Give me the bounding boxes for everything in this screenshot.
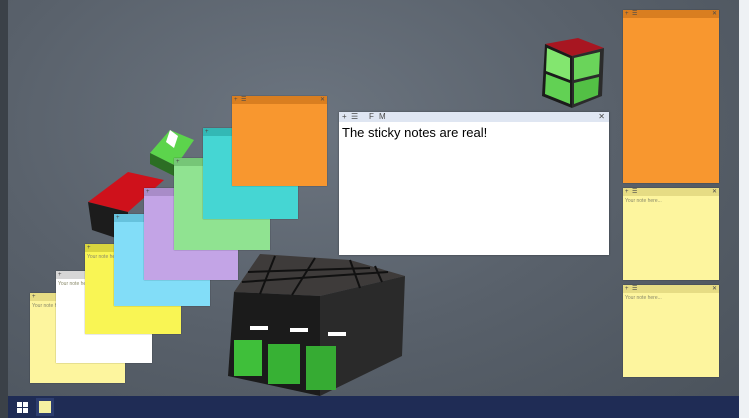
add-note-icon[interactable]: +: [234, 96, 238, 104]
main-sticky-note[interactable]: + ☰ F M ✕ The sticky notes are real!: [339, 112, 609, 255]
add-note-icon[interactable]: +: [58, 271, 62, 279]
main-note-text[interactable]: The sticky notes are real!: [339, 122, 609, 143]
sticky-note-orange-large[interactable]: + ☰ ✕: [623, 10, 719, 183]
font-icon[interactable]: F: [369, 112, 374, 122]
note-placeholder[interactable]: Your note here...: [623, 293, 719, 303]
windows-logo-icon[interactable]: [14, 398, 32, 416]
notes-list-icon[interactable]: ☰: [351, 112, 358, 122]
sticky-note-right-yellow-1[interactable]: + ☰ ✕ Your note here...: [623, 188, 719, 280]
add-note-icon[interactable]: +: [625, 188, 629, 196]
more-icon[interactable]: M: [379, 112, 386, 122]
close-icon[interactable]: ✕: [712, 188, 717, 196]
note-placeholder[interactable]: Your note here...: [623, 196, 719, 206]
add-note-icon[interactable]: +: [205, 128, 209, 136]
close-icon[interactable]: ✕: [598, 112, 605, 122]
sticky-note-right-yellow-2[interactable]: + ☰ ✕ Your note here...: [623, 285, 719, 377]
taskbar: [8, 396, 739, 418]
right-bezel: [739, 0, 749, 418]
desktop: + ✕ Your note here... + Your note here..…: [8, 0, 739, 418]
add-note-icon[interactable]: +: [176, 158, 180, 166]
add-note-icon[interactable]: +: [342, 112, 347, 122]
add-note-icon[interactable]: +: [625, 10, 629, 18]
add-note-icon[interactable]: +: [116, 214, 120, 222]
add-note-icon[interactable]: +: [146, 188, 150, 196]
close-icon[interactable]: ✕: [712, 10, 717, 18]
notes-list-icon[interactable]: ☰: [632, 10, 637, 18]
notes-list-icon[interactable]: ☰: [632, 188, 637, 196]
left-bezel: [0, 0, 8, 418]
add-note-icon[interactable]: +: [625, 285, 629, 293]
add-note-icon[interactable]: +: [32, 293, 36, 301]
notes-list-icon[interactable]: ☰: [241, 96, 246, 104]
big-cube-image: [228, 254, 405, 396]
sticky-note-orange-small[interactable]: + ☰ ✕: [232, 96, 327, 186]
sticky-notes-icon[interactable]: [36, 398, 54, 416]
close-icon[interactable]: ✕: [712, 285, 717, 293]
main-note-toolbar: + ☰ F M ✕: [339, 112, 609, 122]
add-note-icon[interactable]: +: [87, 244, 91, 252]
notes-list-icon[interactable]: ☰: [632, 285, 637, 293]
close-icon[interactable]: ✕: [320, 96, 325, 104]
small-cube-image: [542, 38, 604, 108]
